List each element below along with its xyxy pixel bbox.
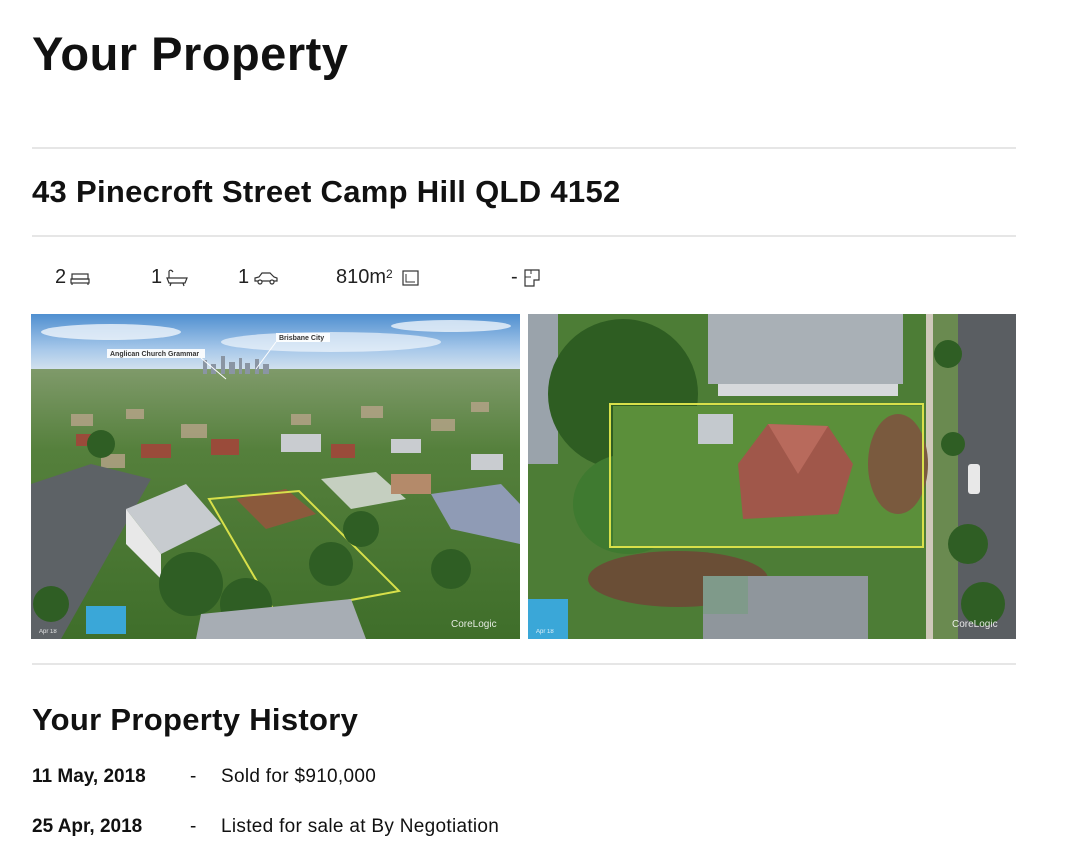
- land-area-feature: 810m 2: [336, 266, 421, 289]
- aerial-photo[interactable]: Anglican Church Grammar Brisbane City Co…: [31, 314, 520, 639]
- history-separator: -: [190, 766, 197, 787]
- history-row: 25 Apr, 2018 - Listed for sale at By Neg…: [32, 816, 632, 840]
- baths-count: 1: [151, 266, 163, 288]
- land-area-icon: [402, 269, 419, 286]
- beds-feature: 2: [55, 266, 90, 289]
- watermark-text: CoreLogic: [451, 619, 497, 630]
- history-date: 25 Apr, 2018: [32, 816, 143, 837]
- baths-feature: 1: [151, 266, 189, 289]
- cars-count: 1: [238, 266, 250, 288]
- bed-icon: [70, 272, 90, 285]
- beds-count: 2: [55, 266, 67, 288]
- divider: [32, 663, 1016, 665]
- land-area-unit-sup: 2: [386, 266, 393, 281]
- car-icon: [254, 271, 278, 285]
- floor-plan-icon: [524, 268, 540, 287]
- date-stamp: Apr 18: [39, 629, 57, 635]
- divider: [32, 147, 1016, 149]
- history-heading: Your Property History: [32, 702, 359, 737]
- history-date: 11 May, 2018: [32, 766, 146, 787]
- date-stamp-2: Apr 18: [536, 629, 554, 635]
- aerial-label-school: Anglican Church Grammar: [110, 351, 199, 358]
- floor-area-value: -: [511, 266, 518, 288]
- land-area-value: 810m: [336, 266, 387, 288]
- history-separator: -: [190, 816, 197, 837]
- aerial-label-city: Brisbane City: [279, 335, 324, 342]
- history-description: Listed for sale at By Negotiation: [221, 816, 500, 837]
- divider: [32, 235, 1016, 237]
- cars-feature: 1: [238, 266, 279, 289]
- watermark-text-2: CoreLogic: [952, 619, 998, 630]
- overhead-photo[interactable]: CoreLogic Apr 18: [528, 314, 1016, 639]
- floor-area-feature: -: [511, 266, 542, 289]
- history-description: Sold for $910,000: [221, 766, 377, 787]
- property-address: 43 Pinecroft Street Camp Hill QLD 4152: [32, 174, 621, 209]
- bath-icon: [166, 269, 189, 286]
- page-title: Your Property: [32, 27, 349, 80]
- property-features: 2 1 1 810m 2 -: [0, 266, 1078, 296]
- history-row: 11 May, 2018 - Sold for $910,000: [32, 766, 632, 790]
